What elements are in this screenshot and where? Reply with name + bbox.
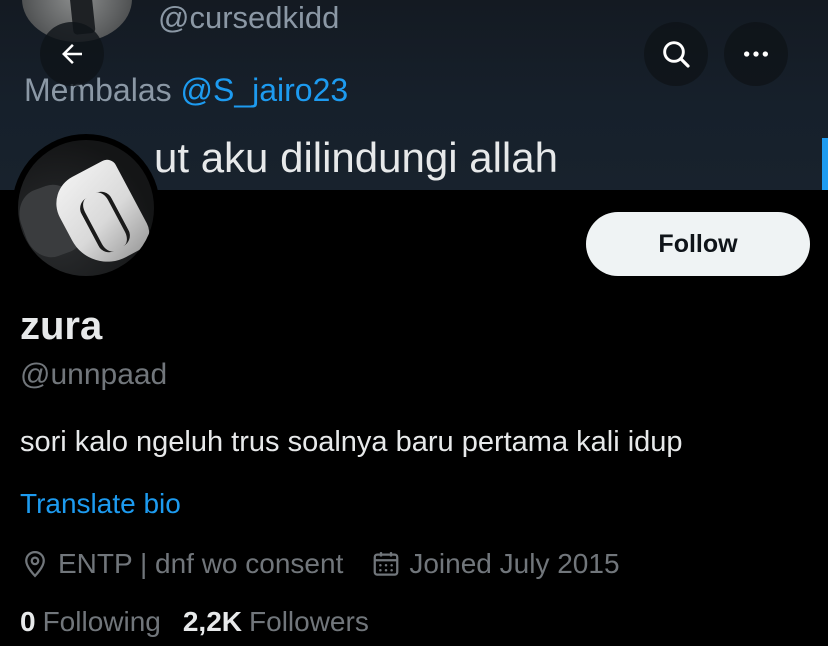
banner-tweet-handle: @cursedkidd [158, 0, 340, 35]
follow-button[interactable]: Follow [586, 212, 810, 276]
profile-bio: sori kalo ngeluh trus soalnya baru perta… [20, 426, 683, 458]
profile-joined-text: Joined July 2015 [409, 548, 620, 579]
banner-reply-mention: @S_jairo23 [180, 72, 349, 108]
following-label: Following [42, 606, 161, 637]
following-link[interactable]: 0 Following [20, 606, 161, 638]
more-horizontal-icon [744, 51, 768, 57]
profile-meta-row: ENTP | dnf wo consent Joined July 2015 [20, 546, 620, 582]
profile-handle: @unnpaad [20, 358, 168, 391]
profile-avatar-image [18, 140, 154, 276]
profile-stats-row: 0 Following 2,2K Followers [20, 604, 369, 640]
search-button[interactable] [644, 22, 708, 86]
profile-location: ENTP | dnf wo consent [20, 548, 343, 580]
profile-joined: Joined July 2015 [371, 548, 620, 580]
followers-label: Followers [249, 606, 369, 637]
followers-count: 2,2K [182, 606, 243, 637]
location-pin-icon [25, 550, 45, 578]
banner-tweet-text-content: ut aku dilindungi allah [154, 134, 558, 181]
calendar-icon [373, 552, 399, 576]
back-button[interactable] [40, 22, 104, 86]
followers-link[interactable]: 2,2K Followers [183, 606, 369, 638]
profile-location-text: ENTP | dnf wo consent [58, 548, 344, 579]
profile-display-name: zura [20, 304, 103, 348]
arrow-left-icon [62, 44, 82, 64]
banner-accent-bar [822, 138, 828, 190]
banner-reply-prefix: Membalas [24, 72, 172, 108]
profile-avatar[interactable] [12, 134, 160, 282]
search-icon [663, 41, 690, 68]
following-count: 0 [20, 606, 36, 637]
more-options-button[interactable] [724, 22, 788, 86]
translate-bio-link[interactable]: Translate bio [20, 488, 181, 520]
